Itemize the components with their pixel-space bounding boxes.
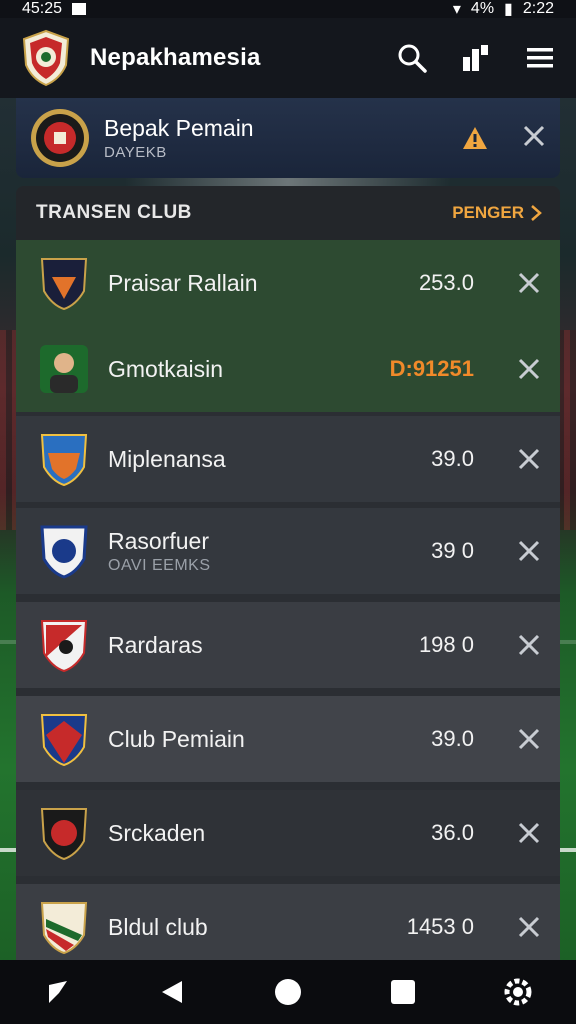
recents-icon [391,980,416,1004]
list-item[interactable]: Praisar Rallain 253.0 [16,240,560,326]
system-nav-bar [0,960,576,1024]
dismiss-button[interactable] [522,124,546,153]
club-name: Rardaras [108,631,203,658]
list-item[interactable]: Gmotkaisin D:91251 [16,326,560,412]
close-cross-icon [518,358,540,380]
club-subtitle: OAVI EEMKS [108,556,211,574]
alert-icon [463,127,487,149]
club-crest-icon [40,808,88,861]
list-item[interactable]: Bldul club 1453 0 [16,884,560,960]
back-icon [48,981,67,1003]
club-value: 39.0 [431,726,474,751]
search-icon [398,44,427,73]
remove-button[interactable] [514,724,544,754]
player-badge-icon [31,109,89,167]
battery-icon: ▮ [504,1,513,18]
player-portrait-icon [40,345,88,393]
alert-button[interactable] [460,123,490,153]
club-crest-icon [40,714,88,767]
nav-home-button[interactable] [268,972,308,1012]
nav-prev-button[interactable] [153,972,193,1012]
list-item[interactable]: Miplenansa 39.0 [16,416,560,502]
close-cross-icon [523,125,545,146]
player-summary-card[interactable]: Bepak Pemain DAYEKB [16,98,560,178]
club-name: Bldul club [108,913,208,940]
remove-button[interactable] [514,630,544,660]
nav-settings-button[interactable] [498,972,538,1012]
club-name: Praisar Rallain [108,269,258,296]
nav-back-button[interactable] [38,972,78,1012]
list-item[interactable]: Rardaras 198 0 [16,602,560,688]
club-value: 36.0 [431,820,474,845]
club-name: Rasorfuer [108,527,209,554]
list-item[interactable]: Rasorfuer OAVI EEMKS 39 0 [16,508,560,594]
notification-icon [72,3,87,15]
close-cross-icon [518,728,540,750]
club-value: 39 0 [431,538,474,563]
panel-link[interactable]: PENGER [452,203,542,223]
panel-link-label: PENGER [452,203,524,222]
close-cross-icon [518,540,540,562]
status-bar: 45:25 ▾ 4% ▮ 2:22 [0,0,576,18]
menu-button[interactable] [524,42,556,74]
signal-icon: ▾ [452,1,461,18]
close-cross-icon [518,272,540,294]
player-name: Bepak Pemain [104,115,254,141]
list-item[interactable]: Club Pemiain 39.0 [16,696,560,782]
club-crest-icon [40,902,88,955]
club-name: Gmotkaisin [108,355,224,382]
panel-title: TRANSEN CLUB [36,202,192,223]
nav-recents-button[interactable] [383,972,423,1012]
panel-header: TRANSEN CLUB PENGER [16,186,560,240]
transfer-club-panel: TRANSEN CLUB PENGER Praisar Rallain 253.… [16,186,560,960]
remove-button[interactable] [514,818,544,848]
remove-button[interactable] [514,536,544,566]
app-title: Nepakhamesia [90,44,261,71]
remove-button[interactable] [514,268,544,298]
club-value: 39.0 [431,446,474,471]
club-value: 1453 0 [406,914,474,939]
club-crest-icon [40,258,88,311]
club-value: D:91251 [389,356,474,381]
status-time: 45:25 [22,0,63,17]
close-cross-icon [518,822,540,844]
club-value: 253.0 [418,270,474,295]
menu-icon [527,48,553,68]
club-value: 198 0 [418,632,474,657]
club-name: Miplenansa [108,445,226,472]
home-icon [274,979,301,1005]
club-name: Srckaden [108,819,206,846]
battery-level: 4% [470,0,495,17]
status-clock: 2:22 [522,0,554,17]
club-crest-icon [40,620,88,673]
club-crest-icon [40,525,88,579]
remove-button[interactable] [514,912,544,942]
list-item[interactable]: Srckaden 36.0 [16,790,560,876]
triangle-back-icon [161,981,182,1003]
club-crest-icon [22,29,70,87]
remove-button[interactable] [514,354,544,384]
remove-button[interactable] [514,444,544,474]
player-subtitle: DAYEKB [104,144,167,161]
settings-icon [504,978,532,1006]
search-button[interactable] [396,42,428,74]
app-bar: Nepakhamesia [0,18,576,98]
close-cross-icon [518,634,540,656]
club-name: Club Pemiain [108,725,245,752]
chevron-right-icon [531,205,542,221]
club-crest-icon [40,434,88,487]
close-cross-icon [518,448,540,470]
stats-button[interactable] [460,42,492,74]
close-cross-icon [518,916,540,938]
stats-icon [463,45,488,71]
